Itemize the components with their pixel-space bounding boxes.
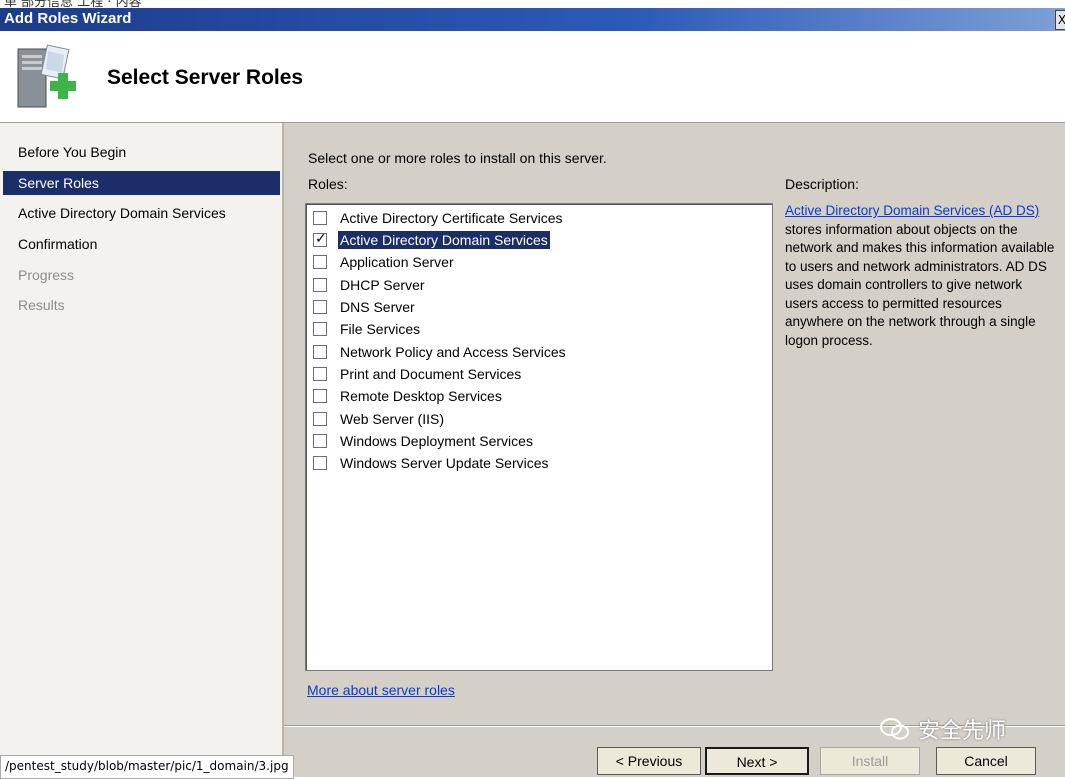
role-label: Active Directory Domain Services [338,231,550,249]
role-item[interactable]: Remote Desktop Services [313,385,504,407]
role-item[interactable]: Active Directory Domain Services [313,229,550,251]
role-label: DHCP Server [340,277,425,293]
wizard-nav: Before You Begin Server Roles Active Dir… [0,123,284,777]
role-label: Active Directory Certificate Services [340,210,563,226]
top-strip-text: 单 部分信息 工程 · 内容 [4,0,142,8]
install-button: Install [820,747,920,775]
nav-item-before-you-begin[interactable]: Before You Begin [3,140,280,164]
nav-item-results: Results [18,297,65,313]
page-title: Select Server Roles [107,66,304,89]
title-bar[interactable]: Add Roles Wizard X [0,8,1065,31]
role-item[interactable]: Application Server [313,251,456,273]
next-button[interactable]: Next > [705,747,809,775]
role-label: Windows Deployment Services [340,433,533,449]
role-item[interactable]: Active Directory Certificate Services [313,207,565,229]
role-label: Print and Document Services [340,366,522,382]
cancel-button[interactable]: Cancel [936,747,1036,775]
role-label: DNS Server [340,299,415,315]
role-item[interactable]: File Services [313,318,422,340]
role-checkbox[interactable] [313,345,327,359]
role-item[interactable]: DHCP Server [313,274,427,296]
more-about-roles-link[interactable]: More about server roles [307,682,455,698]
role-checkbox[interactable] [313,231,327,247]
role-checkbox[interactable] [313,322,327,336]
instruction-text: Select one or more roles to install on t… [308,150,607,166]
window-title: Add Roles Wizard [4,10,132,27]
server-add-icon [17,44,76,108]
nav-item-server-roles[interactable]: Server Roles [3,171,280,195]
role-checkbox[interactable] [313,300,327,314]
role-label: Web Server (IIS) [340,411,444,427]
top-strip: 单 部分信息 工程 · 内容 [0,0,1065,8]
role-checkbox[interactable] [313,389,327,403]
description-label: Description: [785,176,859,192]
roles-list[interactable]: Active Directory Certificate Services Ac… [305,203,773,671]
role-checkbox[interactable] [313,456,327,470]
watermark-text: 安全先师 [918,719,1007,744]
close-button[interactable]: X [1055,10,1065,30]
status-url: /pentest_study/blob/master/pic/1_domain/… [0,755,294,779]
role-item[interactable]: Network Policy and Access Services [313,341,568,363]
wizard-content: Select one or more roles to install on t… [284,123,1065,777]
role-item[interactable]: Print and Document Services [313,363,523,385]
role-label: Windows Server Update Services [340,455,549,471]
description-link[interactable]: Active Directory Domain Services (AD DS) [785,203,1039,218]
role-label: Application Server [340,254,454,270]
role-item[interactable]: Windows Deployment Services [313,430,535,452]
role-label: Remote Desktop Services [340,388,502,404]
role-checkbox[interactable] [313,255,327,269]
wizard-header: Select Server Roles [0,31,1065,123]
role-item[interactable]: DNS Server [313,296,417,318]
role-checkbox[interactable] [313,412,327,426]
nav-item-confirmation[interactable]: Confirmation [3,232,280,256]
role-checkbox[interactable] [313,211,327,225]
watermark: 安全先师 [880,713,1006,745]
role-checkbox[interactable] [313,278,327,292]
role-checkbox[interactable] [313,434,327,448]
nav-item-progress: Progress [18,267,75,283]
previous-button[interactable]: < Previous [597,747,701,775]
role-description: Active Directory Domain Services (AD DS)… [785,202,1057,350]
role-item[interactable]: Windows Server Update Services [313,452,551,474]
role-item[interactable]: Web Server (IIS) [313,408,446,430]
description-body: stores information about objects on the … [785,221,1055,348]
roles-label: Roles: [308,176,348,192]
role-checkbox[interactable] [313,367,327,381]
chat-bubble-icon [880,718,909,740]
role-label: File Services [340,321,421,337]
role-label: Network Policy and Access Services [340,344,566,360]
nav-item-ad-ds[interactable]: Active Directory Domain Services [3,201,280,225]
